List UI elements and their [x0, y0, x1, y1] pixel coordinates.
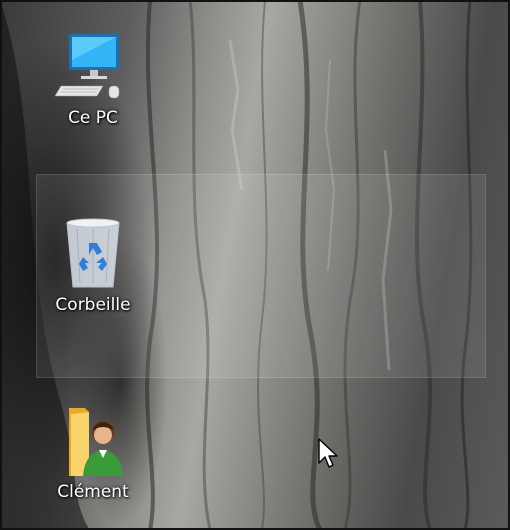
desktop-icon-label: Corbeille — [55, 295, 131, 315]
desktop-icon-user-folder[interactable]: Clément — [48, 402, 138, 502]
desktop-icon-this-pc[interactable]: Ce PC — [48, 28, 138, 128]
desktop-icon-recycle-bin[interactable]: Corbeille — [48, 215, 138, 315]
desktop-background[interactable]: Ce PC Corbeille Clément — [0, 0, 510, 530]
mouse-pointer-icon — [318, 438, 340, 470]
computer-icon — [54, 28, 131, 104]
desktop-icon-label: Ce PC — [68, 108, 118, 128]
recycle-bin-icon — [55, 215, 131, 291]
desktop-icon-label: Clément — [57, 482, 129, 502]
user-folder-icon — [55, 402, 131, 478]
